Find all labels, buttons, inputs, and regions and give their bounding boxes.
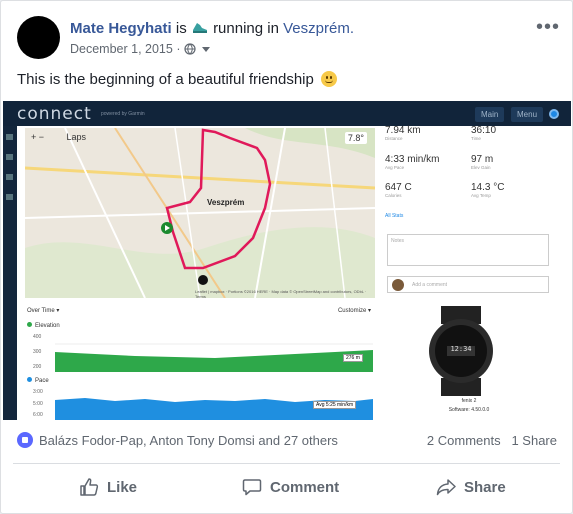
garmin-logo-sub: powered by Garmin xyxy=(101,111,145,117)
stat-distance: 7.94 km Distance xyxy=(385,125,421,141)
post-message: This is the beginning of a beautiful fri… xyxy=(17,71,338,88)
post-byline: Mate Hegyhati is running in Veszprém. xyxy=(70,20,354,37)
like-button[interactable]: Like xyxy=(79,469,137,505)
avatar[interactable] xyxy=(17,16,60,59)
map-canvas xyxy=(25,128,375,298)
post-card: Mate Hegyhati is running in Veszprém. De… xyxy=(0,0,573,514)
sidebar-icon xyxy=(6,154,13,160)
is-text: is xyxy=(175,20,187,37)
pace-tick: 3:00 xyxy=(33,389,43,395)
stat-elev-gain: 97 m Elev Gain xyxy=(471,154,494,170)
action-bar: Like Comment Share xyxy=(13,469,560,505)
stat-avg-temp: 14.3 °C Avg Temp xyxy=(471,182,505,198)
more-options-icon[interactable]: ••• xyxy=(536,16,560,39)
pace-tick: 5:00 xyxy=(33,401,43,407)
reactions-bar: Balázs Fodor-Pap, Anton Tony Domsi and 2… xyxy=(17,431,557,451)
watch-time: 12:34 xyxy=(450,345,472,353)
activity-text: running in xyxy=(213,20,279,37)
share-arrow-icon xyxy=(436,479,456,496)
like-label: Like xyxy=(107,478,138,496)
reaction-names[interactable]: Balázs Fodor-Pap, Anton Tony Domsi and 2… xyxy=(39,433,338,448)
like-reaction-icon[interactable] xyxy=(17,432,33,448)
stats-panel: 7.94 km Distance 36:10 Time 4:33 min/km Avg… xyxy=(385,123,565,303)
post-message-text: This is the beginning of a beautiful fri… xyxy=(17,71,314,88)
sidebar-icon xyxy=(6,194,13,200)
divider xyxy=(13,463,560,464)
route-map: + − Laps 7.8° Veszprém Leaflet | mapbox … xyxy=(25,128,375,298)
stat-avg-pace: 4:33 min/km Avg Pace xyxy=(385,154,440,170)
location-link[interactable]: Veszprém. xyxy=(283,20,354,37)
pace-tick: 6:00 xyxy=(33,412,43,418)
elev-tick: 300 xyxy=(33,349,42,355)
date-separator: · xyxy=(176,42,181,56)
pace-label: Pace xyxy=(27,377,49,384)
chart-customize: Customize ▾ xyxy=(337,308,371,314)
smile-emoji-icon xyxy=(321,71,338,87)
map-town-label: Veszprém xyxy=(207,198,245,207)
pace-tooltip: Avg 5:25 min/km xyxy=(313,401,357,409)
comment-field: Add a comment xyxy=(387,276,549,293)
commenter-avatar xyxy=(392,279,404,291)
elevation-area xyxy=(55,343,373,372)
share-label: Share xyxy=(464,478,506,496)
comment-button[interactable]: Comment xyxy=(242,469,339,505)
main-button: Main xyxy=(475,107,505,122)
comment-bubble-icon xyxy=(242,479,262,496)
zoom-controls[interactable]: + − xyxy=(31,132,44,142)
elevation-label: Elevation xyxy=(27,322,60,329)
notes-field: Notes xyxy=(387,234,549,266)
garmin-sidebar xyxy=(3,126,17,420)
stat-calories: 647 C Calories xyxy=(385,182,412,198)
profile-dot-icon xyxy=(549,109,559,119)
menu-button: Menu xyxy=(511,107,544,122)
over-time-chart: Over Time ▾ Customize ▾ Elevation 400 30… xyxy=(25,304,375,420)
post-meta: December 1, 2015 · xyxy=(70,42,211,56)
privacy-caret-icon[interactable] xyxy=(202,47,211,52)
watch-name: fenix 2 xyxy=(461,398,477,404)
author-name[interactable]: Mate Hegyhati xyxy=(70,20,172,37)
map-controls[interactable]: + − Laps xyxy=(31,132,86,142)
post-header: Mate Hegyhati is running in Veszprém. De… xyxy=(17,16,560,61)
thumbs-up-icon xyxy=(80,478,99,496)
garmin-logo: connect xyxy=(17,104,92,124)
watch-software: Software: 4.50.0.0 xyxy=(448,407,490,413)
comment-share-counts: 2 Comments 1 Share xyxy=(427,433,557,448)
post-date[interactable]: December 1, 2015 xyxy=(70,42,173,56)
map-temperature: 7.8° xyxy=(344,132,367,144)
sidebar-icon xyxy=(6,174,13,180)
comment-placeholder: Add a comment xyxy=(412,282,448,288)
shares-count[interactable]: 1 Share xyxy=(511,433,557,448)
elevation-tooltip: 276 m xyxy=(343,354,363,362)
map-attribution: Leaflet | mapbox · Portions ©2016 HERE ·… xyxy=(195,289,367,298)
comments-count[interactable]: 2 Comments xyxy=(427,433,501,448)
elev-tick: 200 xyxy=(33,364,42,370)
elev-tick: 400 xyxy=(33,334,42,340)
stat-time: 36:10 Time xyxy=(471,125,497,141)
activity-screenshot[interactable]: connect powered by Garmin Main Menu + − … xyxy=(3,101,571,420)
layers-label[interactable]: Laps xyxy=(67,132,87,142)
all-stats-link: All Stats xyxy=(385,213,404,219)
running-shoe-icon xyxy=(191,21,209,35)
chart-title: Over Time ▾ xyxy=(27,308,60,314)
sidebar-icon xyxy=(6,134,13,140)
comment-label: Comment xyxy=(270,478,340,496)
globe-icon[interactable] xyxy=(184,43,196,55)
share-button[interactable]: Share xyxy=(436,469,506,505)
